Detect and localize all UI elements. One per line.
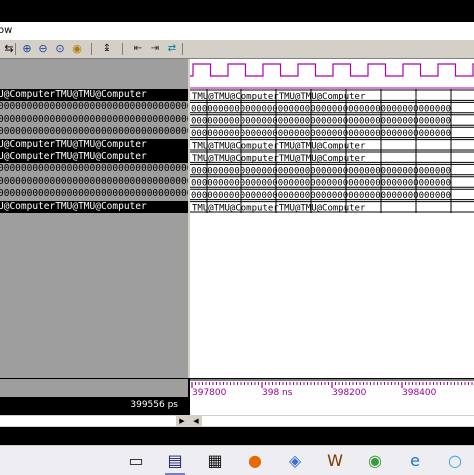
bus-value: TMU@TMU@ComputerTMU@TMU@Computer (192, 154, 366, 164)
menu-item-window[interactable]: ow (0, 22, 12, 40)
toolbar-separator (91, 43, 92, 55)
edge-icon[interactable]: e (403, 449, 427, 473)
signal-row[interactable]: 000000000000000000000000000000000000 (0, 175, 188, 188)
toolbar-separator (15, 43, 16, 55)
signal-name-panel: U@ComputerTMU@TMU@Computer 00000000000000… (0, 59, 188, 378)
cursor-add-icon[interactable]: ↨ (100, 42, 114, 56)
clock-trace (190, 63, 474, 77)
time-ruler-canvas: 397800 398 ns 398200 398400 (190, 379, 474, 398)
zoom-fit-icon[interactable]: ⊙ (53, 42, 67, 56)
signal-name: U@ComputerTMU@TMU@Computer (0, 200, 147, 212)
waveform-panel[interactable]: TMU@TMU@ComputerTMU@TMU@Computer 00000000… (190, 59, 474, 378)
zoom-out-icon[interactable]: ⊖ (36, 42, 50, 56)
signal-row[interactable]: U@ComputerTMU@TMU@Computer (0, 89, 188, 101)
signal-name: 000000000000000000000000000000000000 (0, 188, 188, 200)
cursor-next-edge-icon[interactable]: ⇥ (148, 42, 162, 56)
signal-row[interactable]: U@ComputerTMU@TMU@Computer (0, 200, 188, 213)
ruler-tick-label: 398400 (402, 388, 437, 398)
cursor-prev-edge-icon[interactable]: ⇤ (131, 42, 145, 56)
bus-value: 0000000000000000000000000000000000000000… (191, 166, 451, 176)
signal-row[interactable]: 000000000000000000000000000000000000 (0, 188, 188, 201)
scroll-left-arrow-icon[interactable]: ◀ (191, 416, 201, 426)
menu-bar: ow (0, 22, 474, 40)
ruler-tick-label: 398 ns (262, 388, 293, 398)
toolbar-separator (122, 43, 123, 55)
toolbar: ⇆ ⊕ ⊖ ⊙ ◉ ↨ ⇤ ⇥ ⇄ (0, 40, 474, 59)
zoom-in-icon[interactable]: ⊕ (20, 42, 34, 56)
cursor-swap-icon[interactable]: ⇄ (165, 42, 179, 56)
signal-row[interactable]: U@ComputerTMU@TMU@Computer (0, 151, 188, 163)
signal-row[interactable]: 000000000000000000000000000000000000 (0, 126, 188, 139)
bus-value: TMU@TMU@ComputerTMU@TMU@Computer (192, 142, 366, 152)
windows-store-icon[interactable]: ▦ (203, 449, 227, 473)
window-bottom-edge (0, 427, 474, 445)
waveform-canvas[interactable]: TMU@TMU@ComputerTMU@TMU@Computer 00000000… (190, 59, 474, 378)
signal-name: U@ComputerTMU@TMU@Computer (0, 138, 147, 150)
cursor-time-readout: 399556 ps (0, 397, 188, 415)
toolbar-separator (182, 43, 183, 55)
chrome-icon[interactable]: ◉ (363, 449, 387, 473)
paint-app-icon[interactable]: ◈ (283, 449, 307, 473)
wave-scroll-track[interactable] (202, 416, 474, 426)
signal-name: U@ComputerTMU@TMU@Computer (0, 89, 147, 100)
ruler-tick-label: 398200 (332, 388, 367, 398)
bus-value: 0000000000000000000000000000000000000000… (191, 129, 451, 139)
bus-value: 0000000000000000000000000000000000000000… (191, 191, 451, 201)
bus-value: 0000000000000000000000000000000000000000… (191, 117, 451, 127)
zoom-full-icon[interactable]: ◉ (70, 42, 84, 56)
status-spacer (0, 379, 188, 398)
signal-name: 000000000000000000000000000000000000 (0, 126, 188, 138)
ruler-tick-label: 397800 (192, 388, 227, 398)
windows-taskbar: ▭ ▤ ▦ ● ◈ W ◉ e ○ (0, 445, 474, 475)
signal-row[interactable]: 000000000000000000000000000000000000 (0, 163, 188, 176)
signal-name: 000000000000000000000000000000000000 (0, 175, 188, 187)
signal-name: 000000000000000000000000000000000000 (0, 101, 188, 113)
cursor-time-value: 399556 ps (130, 400, 178, 410)
firefox-icon[interactable]: ● (243, 449, 267, 473)
bus-value: 0000000000000000000000000000000000000000… (191, 179, 451, 189)
task-view-icon[interactable]: ▭ (124, 449, 148, 473)
signal-name: 000000000000000000000000000000000000 (0, 163, 188, 175)
cortana-icon[interactable]: ○ (443, 449, 467, 473)
names-scroll-track[interactable] (0, 416, 176, 426)
terminal-app-icon[interactable]: ▤ (163, 449, 187, 475)
scroll-right-arrow-icon[interactable]: ▶ (177, 416, 187, 426)
bus-value: 0000000000000000000000000000000000000000… (191, 104, 451, 114)
winrar-icon[interactable]: W (323, 449, 347, 473)
bus-value: TMU@TMU@ComputerTMU@TMU@Computer (192, 204, 366, 214)
signal-row[interactable]: 000000000000000000000000000000000000 (0, 113, 188, 126)
list-arrows-icon[interactable]: ⇆ (2, 42, 16, 56)
bus-value: TMU@TMU@ComputerTMU@TMU@Computer (192, 92, 366, 102)
signal-row[interactable]: 000000000000000000000000000000000000 (0, 101, 188, 114)
cursor-status-panel: 399556 ps (0, 379, 188, 415)
signal-row[interactable]: U@ComputerTMU@TMU@Computer (0, 138, 188, 151)
signal-name: 000000000000000000000000000000000000 (0, 113, 188, 125)
horizontal-scrollbars: ▶ ◀ (0, 415, 474, 427)
signal-name: U@ComputerTMU@TMU@Computer (0, 151, 147, 162)
time-ruler[interactable]: 397800 398 ns 398200 398400 (190, 379, 474, 415)
